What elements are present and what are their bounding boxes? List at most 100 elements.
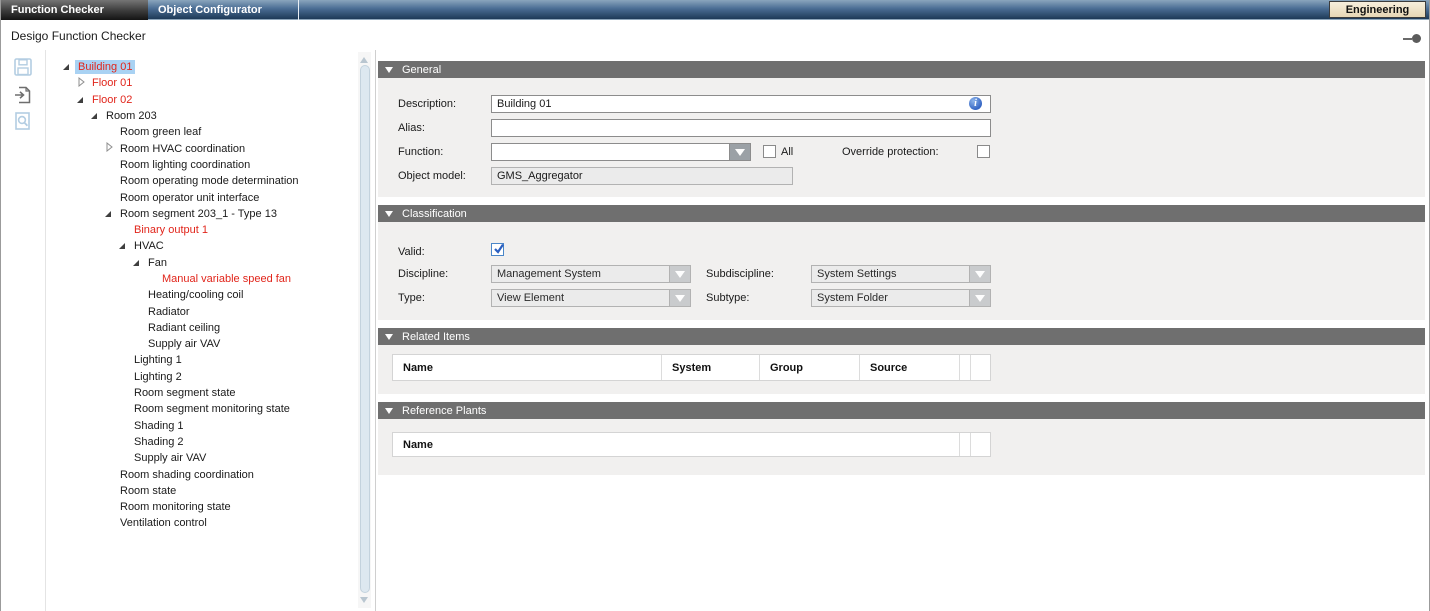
tree-scrollbar[interactable] — [358, 52, 371, 608]
tree-item-label: Supply air VAV — [131, 451, 209, 465]
section-related-items: Related Items Name System Group Source — [378, 328, 1425, 394]
chevron-down-icon — [975, 295, 985, 302]
tree-item[interactable]: Floor 02 — [47, 92, 358, 108]
section-title: General — [402, 64, 441, 76]
app-window: Function Checker Object Configurator Eng… — [0, 0, 1430, 611]
tree-item-label: Fan — [145, 256, 170, 270]
tree-item[interactable]: Ventilation control — [47, 515, 358, 531]
tab-object-configurator[interactable]: Object Configurator — [148, 0, 299, 20]
expander-expanded-icon[interactable] — [91, 113, 97, 119]
expander-collapsed-icon[interactable] — [105, 142, 114, 155]
tree-item-label: Floor 02 — [89, 93, 135, 107]
scroll-up-icon[interactable] — [360, 54, 368, 63]
save-icon[interactable] — [13, 57, 33, 77]
tree-item[interactable]: Binary output 1 — [47, 222, 358, 238]
tree-item-label: Room green leaf — [117, 125, 204, 139]
discipline-dropdown-value: Management System — [491, 265, 669, 283]
tree-item[interactable]: Lighting 2 — [47, 369, 358, 385]
tree-item-label: Room shading coordination — [117, 468, 257, 482]
tree-item[interactable]: Room state — [47, 483, 358, 499]
tree-item-label: Radiator — [145, 305, 193, 319]
all-checkbox[interactable] — [763, 145, 776, 158]
section-general: General Description: i Alias: Function: — [378, 61, 1425, 197]
expander-expanded-icon[interactable] — [63, 64, 69, 70]
tree-item-label: Lighting 1 — [131, 353, 185, 367]
tree-item[interactable]: Shading 1 — [47, 418, 358, 434]
function-dropdown[interactable] — [491, 143, 751, 161]
pushpin-icon[interactable] — [1403, 34, 1421, 43]
tree-item-label: Shading 1 — [131, 419, 187, 433]
tree-item-label: Manual variable speed fan — [159, 272, 294, 286]
tab-function-checker[interactable]: Function Checker — [1, 0, 148, 20]
function-dropdown-button[interactable] — [729, 143, 751, 161]
tree-item[interactable]: Room lighting coordination — [47, 157, 358, 173]
info-icon[interactable]: i — [969, 97, 982, 110]
tree-item[interactable]: Room segment monitoring state — [47, 401, 358, 417]
description-input[interactable] — [491, 95, 991, 113]
type-dropdown-button[interactable] — [669, 289, 691, 307]
engineering-button[interactable]: Engineering — [1329, 1, 1426, 18]
override-protection-checkbox[interactable] — [977, 145, 990, 158]
column-header-name[interactable]: Name — [393, 355, 662, 380]
tree-item[interactable]: Room monitoring state — [47, 499, 358, 515]
tree-item[interactable]: HVAC — [47, 238, 358, 254]
section-related-items-header[interactable]: Related Items — [378, 328, 1425, 345]
subdiscipline-dropdown[interactable]: System Settings — [811, 265, 991, 283]
tree-item[interactable]: Manual variable speed fan — [47, 271, 358, 287]
tree-item[interactable]: Supply air VAV — [47, 450, 358, 466]
expander-expanded-icon[interactable] — [77, 97, 83, 103]
column-header-source[interactable]: Source — [860, 355, 960, 380]
search-document-icon[interactable] — [13, 111, 33, 131]
tree-item-label: Room segment 203_1 - Type 13 — [117, 207, 280, 221]
subtype-dropdown-button[interactable] — [969, 289, 991, 307]
alias-input[interactable] — [491, 119, 991, 137]
tree-item-label: Room segment monitoring state — [131, 402, 293, 416]
section-title: Reference Plants — [402, 405, 486, 417]
discipline-dropdown[interactable]: Management System — [491, 265, 691, 283]
type-dropdown[interactable]: View Element — [491, 289, 691, 307]
subtype-dropdown-value: System Folder — [811, 289, 969, 307]
tree-item[interactable]: Room operator unit interface — [47, 189, 358, 205]
column-header-name[interactable]: Name — [393, 433, 960, 456]
tree-item[interactable]: Lighting 1 — [47, 352, 358, 368]
collapse-triangle-icon — [385, 67, 393, 73]
expander-collapsed-icon[interactable] — [77, 77, 86, 90]
tree-item[interactable]: Fan — [47, 255, 358, 271]
tree-item[interactable]: Floor 01 — [47, 75, 358, 91]
tree-item[interactable]: Building 01 — [47, 59, 358, 75]
section-reference-plants-header[interactable]: Reference Plants — [378, 402, 1425, 419]
tree-item[interactable]: Supply air VAV — [47, 336, 358, 352]
expander-expanded-icon[interactable] — [105, 211, 111, 217]
properties-panel: General Description: i Alias: Function: — [378, 50, 1425, 611]
chevron-down-icon — [675, 295, 685, 302]
tree-item[interactable]: Room shading coordination — [47, 466, 358, 482]
tree-item-label: Floor 01 — [89, 76, 135, 90]
tree-item[interactable]: Room segment 203_1 - Type 13 — [47, 206, 358, 222]
column-header-system[interactable]: System — [662, 355, 760, 380]
tree-item[interactable]: Room 203 — [47, 108, 358, 124]
tree-item[interactable]: Room operating mode determination — [47, 173, 358, 189]
tree-item[interactable]: Shading 2 — [47, 434, 358, 450]
valid-checkbox[interactable] — [491, 243, 504, 256]
expander-expanded-icon[interactable] — [133, 260, 139, 266]
expander-expanded-icon[interactable] — [119, 243, 125, 249]
tree-item[interactable]: Room HVAC coordination — [47, 140, 358, 156]
scrollbar-thumb[interactable] — [360, 65, 370, 593]
tree-item[interactable]: Room segment state — [47, 385, 358, 401]
subtype-dropdown[interactable]: System Folder — [811, 289, 991, 307]
tree-item-label: Building 01 — [75, 60, 135, 74]
section-general-header[interactable]: General — [378, 61, 1425, 78]
subdiscipline-dropdown-button[interactable] — [969, 265, 991, 283]
tree-item[interactable]: Heating/cooling coil — [47, 287, 358, 303]
discipline-dropdown-button[interactable] — [669, 265, 691, 283]
section-classification-header[interactable]: Classification — [378, 205, 1425, 222]
subdiscipline-label: Subdiscipline: — [706, 265, 774, 283]
tree-item[interactable]: Room green leaf — [47, 124, 358, 140]
scroll-down-icon[interactable] — [360, 597, 368, 606]
tree-item[interactable]: Radiant ceiling — [47, 320, 358, 336]
function-label: Function: — [398, 143, 443, 161]
tree-item[interactable]: Radiator — [47, 303, 358, 319]
column-header-group[interactable]: Group — [760, 355, 860, 380]
import-icon[interactable] — [13, 85, 33, 105]
tree-item-label: Room monitoring state — [117, 500, 234, 514]
